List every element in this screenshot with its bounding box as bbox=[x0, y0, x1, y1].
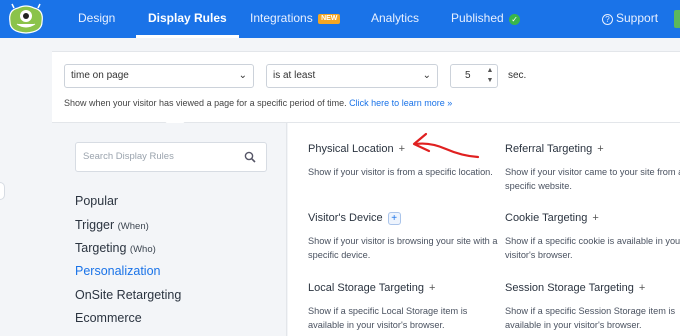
rule-card-cookie-targeting[interactable]: Cookie Targeting + Show if a specific coo… bbox=[505, 211, 680, 262]
sidebar-item-label: Popular bbox=[75, 194, 119, 208]
sidebar-item-ecommerce[interactable]: Ecommerce bbox=[75, 311, 142, 325]
left-gutter bbox=[0, 38, 52, 336]
unit-label: sec. bbox=[508, 70, 527, 81]
sidebar-item-onsite-retargeting[interactable]: OnSite Retargeting bbox=[75, 288, 181, 302]
rule-description: Show if your visitor came to your site f… bbox=[505, 167, 680, 191]
sidebar-item-label: Targeting bbox=[75, 241, 127, 255]
learn-more-link[interactable]: Click here to learn more » bbox=[349, 98, 452, 108]
search-icon bbox=[244, 151, 256, 163]
tab-published-label: Published bbox=[451, 11, 504, 25]
operator-select[interactable]: is at least ⌄ bbox=[266, 64, 438, 88]
sidebar-item-popular[interactable]: Popular bbox=[75, 194, 118, 208]
tab-integrations[interactable]: Integrations NEW bbox=[250, 0, 341, 38]
rules-sidebar: Search Display Rules Popular Trigger (Wh… bbox=[52, 123, 287, 336]
rule-description: Show if a specific Local Storage item is… bbox=[308, 306, 468, 330]
tab-display-rules[interactable]: Display Rules bbox=[136, 0, 239, 38]
save-button-edge[interactable] bbox=[674, 10, 680, 28]
rule-description: Show if your visitor is from a specific … bbox=[308, 167, 493, 177]
rule-card-local-storage-targeting[interactable]: Local Storage Targeting + Show if a speci… bbox=[308, 281, 498, 332]
rule-title: Cookie Targeting bbox=[505, 212, 588, 224]
stepper-arrows-icon[interactable]: ▲ ▼ bbox=[485, 66, 495, 86]
sidebar-item-targeting[interactable]: Targeting (Who) bbox=[75, 241, 156, 255]
condition-value: time on page bbox=[71, 70, 129, 81]
help-description: Show when your visitor has viewed a page… bbox=[64, 98, 347, 108]
tab-published[interactable]: Published ✓ bbox=[451, 0, 521, 38]
support-label: Support bbox=[616, 11, 659, 25]
panel-toggle-handle[interactable] bbox=[0, 182, 5, 200]
new-badge: NEW bbox=[318, 14, 341, 24]
plus-icon[interactable]: + bbox=[387, 212, 401, 225]
rule-title: Local Storage Targeting bbox=[308, 282, 424, 294]
chevron-down-icon: ⌄ bbox=[422, 70, 431, 81]
seconds-value: 5 bbox=[465, 70, 471, 81]
check-circle-icon: ✓ bbox=[509, 14, 521, 25]
rule-help-text: Show when your visitor has viewed a page… bbox=[64, 98, 452, 108]
plus-icon[interactable]: + bbox=[597, 142, 603, 156]
rule-description: Show if a specific Session Storage item … bbox=[505, 306, 676, 330]
search-placeholder: Search Display Rules bbox=[83, 151, 174, 162]
sidebar-item-label: Ecommerce bbox=[75, 311, 142, 325]
rule-title: Referral Targeting bbox=[505, 143, 593, 155]
rule-description: Show if a specific cookie is available i… bbox=[505, 236, 680, 260]
sidebar-item-label: OnSite Retargeting bbox=[75, 288, 182, 302]
tab-design[interactable]: Design bbox=[78, 0, 115, 38]
sidebar-item-sub: (Who) bbox=[129, 244, 156, 255]
rule-title: Physical Location bbox=[308, 143, 394, 155]
sidebar-item-trigger[interactable]: Trigger (When) bbox=[75, 218, 149, 232]
sidebar-item-label: Trigger bbox=[75, 218, 115, 232]
rule-editor: time on page ⌄ is at least ⌄ 5 ▲ ▼ sec. S… bbox=[52, 51, 680, 133]
sidebar-item-label: Personalization bbox=[75, 264, 161, 278]
support-link[interactable]: ? Support bbox=[602, 0, 658, 38]
logo-icon[interactable] bbox=[6, 2, 46, 36]
plus-icon[interactable]: + bbox=[639, 281, 645, 295]
condition-select[interactable]: time on page ⌄ bbox=[64, 64, 254, 88]
seconds-stepper[interactable]: 5 ▲ ▼ bbox=[450, 64, 498, 88]
annotation-arrow-icon bbox=[412, 132, 480, 159]
rule-title: Visitor's Device bbox=[308, 212, 383, 224]
sidebar-item-personalization[interactable]: Personalization bbox=[75, 264, 160, 278]
rule-card-session-storage-targeting[interactable]: Session Storage Targeting + Show if a spe… bbox=[505, 281, 680, 332]
search-input[interactable]: Search Display Rules bbox=[75, 142, 267, 172]
chevron-down-icon: ⌄ bbox=[238, 70, 247, 81]
rule-card-visitors-device[interactable]: Visitor's Device + Show if your visitor i… bbox=[308, 211, 498, 262]
rule-title: Session Storage Targeting bbox=[505, 282, 634, 294]
rules-grid: Physical Location + Show if your visitor … bbox=[288, 123, 680, 336]
plus-icon[interactable]: + bbox=[429, 281, 435, 295]
top-navigation: Design Display Rules Integrations NEW An… bbox=[0, 0, 680, 38]
tab-integrations-label: Integrations bbox=[250, 11, 313, 25]
rule-description: Show if your visitor is browsing your si… bbox=[308, 236, 498, 260]
operator-value: is at least bbox=[273, 70, 316, 81]
help-circle-icon: ? bbox=[602, 14, 613, 25]
sidebar-item-sub: (When) bbox=[117, 221, 149, 232]
plus-icon[interactable]: + bbox=[592, 211, 598, 225]
tab-analytics[interactable]: Analytics bbox=[371, 0, 419, 38]
rule-card-referral-targeting[interactable]: Referral Targeting + Show if your visitor… bbox=[505, 142, 680, 193]
